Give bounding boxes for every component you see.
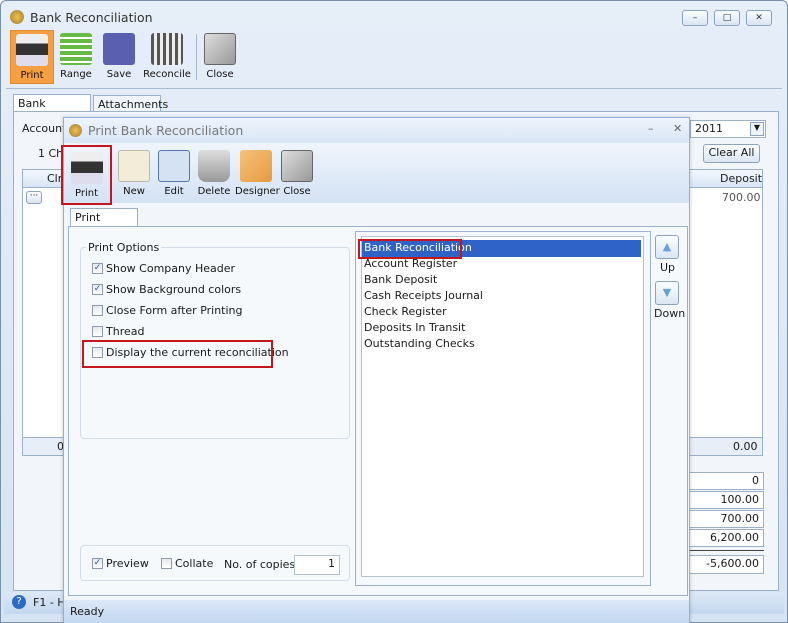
footer-right: 0.00 xyxy=(733,440,758,453)
clear-all-button[interactable]: Clear All xyxy=(703,144,760,163)
dialog-close-button[interactable]: ✕ xyxy=(673,122,682,135)
collate-label: Collate xyxy=(175,557,214,570)
summary-3: 6,200.00 xyxy=(688,529,764,547)
printer-icon xyxy=(70,152,103,184)
help-text: F1 - H xyxy=(33,596,66,609)
account-label: Account xyxy=(22,122,67,135)
reconcile-button[interactable]: Reconcile xyxy=(142,33,192,80)
highlight-box xyxy=(82,340,273,368)
move-down-button[interactable]: ▼ xyxy=(655,281,679,305)
printer-icon xyxy=(16,34,48,66)
dialog-title: Print Bank Reconciliation xyxy=(88,123,244,138)
summary-rule xyxy=(688,550,764,551)
selected-highlight-box xyxy=(358,239,462,259)
summary-0: 0 xyxy=(688,472,764,490)
summary-2: 700.00 xyxy=(688,510,764,528)
print-button[interactable]: Print xyxy=(10,30,54,84)
count-label: 1 Ch xyxy=(38,147,64,160)
up-label: Up xyxy=(660,261,676,274)
dialog-minimize-button[interactable]: – xyxy=(648,122,654,135)
dialog-print-button[interactable]: Print xyxy=(61,145,112,205)
new-report-icon xyxy=(118,150,150,182)
report-item[interactable]: Bank Deposit xyxy=(362,272,641,288)
edit-button[interactable]: Edit xyxy=(156,150,192,197)
close-button[interactable]: Close xyxy=(200,33,240,80)
close-window-button[interactable]: ✕ xyxy=(746,10,772,26)
report-item[interactable]: Deposits In Transit xyxy=(362,320,641,336)
down-label: Down xyxy=(654,307,686,320)
option-label: Close Form after Printing xyxy=(106,304,243,317)
range-icon xyxy=(60,33,92,65)
chevron-down-icon[interactable]: ▼ xyxy=(750,122,764,136)
print-options-title: Print Options xyxy=(86,241,162,254)
option-checkbox[interactable] xyxy=(92,326,103,337)
option-checkbox[interactable]: ✓ xyxy=(92,263,103,274)
col-deposit[interactable]: Deposit xyxy=(720,172,762,185)
help-icon[interactable]: ? xyxy=(12,595,26,609)
row-detail-button[interactable]: ··· xyxy=(26,191,42,204)
dialog-close-tool-button[interactable]: Close xyxy=(279,150,315,197)
col-clr[interactable]: Clr xyxy=(47,172,62,185)
preview-checkbox[interactable]: ✓ xyxy=(92,558,103,569)
summary-total: -5,600.00 xyxy=(688,555,764,574)
copies-input[interactable]: 1 xyxy=(294,555,340,575)
floppy-icon xyxy=(103,33,135,65)
window-title: Bank Reconciliation xyxy=(30,10,153,25)
option-checkbox[interactable]: ✓ xyxy=(92,284,103,295)
account-dropdown[interactable]: 2011 ▼ xyxy=(690,120,766,138)
designer-icon xyxy=(240,150,272,182)
app-icon xyxy=(10,10,24,24)
maximize-button[interactable]: □ xyxy=(714,10,740,26)
divider xyxy=(6,88,782,89)
summary-1: 100.00 xyxy=(688,491,764,509)
minimize-button[interactable]: – xyxy=(682,10,708,26)
range-button[interactable]: Range xyxy=(56,33,96,80)
option-label: Show Background colors xyxy=(106,283,242,296)
row-deposit: 700.00 xyxy=(722,191,761,204)
copies-label: No. of copies xyxy=(224,558,296,571)
bank-icon xyxy=(151,33,183,65)
trash-icon xyxy=(198,150,230,182)
new-button[interactable]: New xyxy=(116,150,152,197)
save-button[interactable]: Save xyxy=(99,33,139,80)
preview-label: Preview xyxy=(106,557,149,570)
dialog-icon xyxy=(69,124,82,137)
collate-checkbox[interactable] xyxy=(161,558,172,569)
toolbar-separator xyxy=(196,34,197,80)
designer-button[interactable]: Designer xyxy=(235,150,280,197)
close-form-icon xyxy=(281,150,313,182)
tab-print-criteria[interactable]: Print Criteria xyxy=(70,208,138,237)
delete-button[interactable]: Delete xyxy=(196,150,232,197)
option-label: Thread xyxy=(106,325,145,338)
account-value: 2011 xyxy=(695,122,723,135)
dialog-status-text: Ready xyxy=(70,605,105,618)
report-item[interactable]: Cash Receipts Journal xyxy=(362,288,641,304)
tab-bank-accounts[interactable]: Bank Accounts xyxy=(13,94,91,123)
report-item[interactable]: Outstanding Checks xyxy=(362,336,641,352)
move-up-button[interactable]: ▲ xyxy=(655,235,679,259)
option-checkbox[interactable] xyxy=(92,305,103,316)
option-label: Show Company Header xyxy=(106,262,236,275)
close-form-icon xyxy=(204,33,236,65)
edit-icon xyxy=(158,150,190,182)
report-item[interactable]: Check Register xyxy=(362,304,641,320)
dialog-status-bar xyxy=(64,600,689,623)
